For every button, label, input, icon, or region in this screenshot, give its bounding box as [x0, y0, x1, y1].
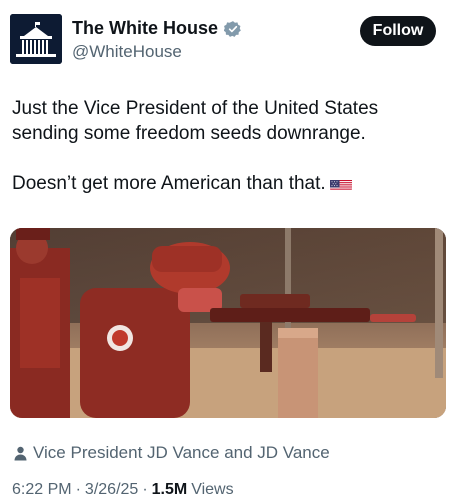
- tweet-line-3: Doesn’t get more American than that.: [12, 173, 326, 194]
- follow-button[interactable]: Follow: [360, 16, 436, 46]
- verified-badge-icon: [223, 20, 242, 38]
- account-name[interactable]: The White House: [72, 18, 218, 39]
- us-flag-icon: [329, 176, 352, 190]
- tweet-line-3-wrap: Doesn’t get more American than that.: [12, 171, 442, 196]
- white-house-avatar[interactable]: [10, 14, 62, 64]
- views-count: 1.5M: [151, 481, 188, 498]
- account-handle[interactable]: @WhiteHouse: [72, 42, 182, 62]
- tweet-line-2: sending some freedom seeds downrange.: [12, 123, 366, 144]
- post-time[interactable]: 6:22 PM: [12, 481, 72, 499]
- post-date[interactable]: 3/26/25: [85, 481, 138, 499]
- tweet-meta: 6:22 PM · 3/26/25 · 1.5M Views: [12, 481, 234, 499]
- tweet-text: Just the Vice President of the United St…: [12, 96, 442, 196]
- account-name-row: The White House: [72, 18, 242, 39]
- photo-illustration: [10, 228, 446, 418]
- meta-separator: ·: [142, 481, 148, 498]
- tweet-line-1: Just the Vice President of the United St…: [12, 98, 379, 119]
- credit-text: Vice President JD Vance and JD Vance: [33, 443, 330, 462]
- tweet-header: The White House @WhiteHouse Follow: [10, 14, 446, 64]
- meta-separator: ·: [75, 481, 81, 498]
- tweet-photo[interactable]: [10, 228, 446, 418]
- person-icon: [14, 446, 27, 461]
- views-label: Views: [191, 481, 234, 498]
- photo-credit[interactable]: Vice President JD Vance and JD Vance: [14, 443, 330, 463]
